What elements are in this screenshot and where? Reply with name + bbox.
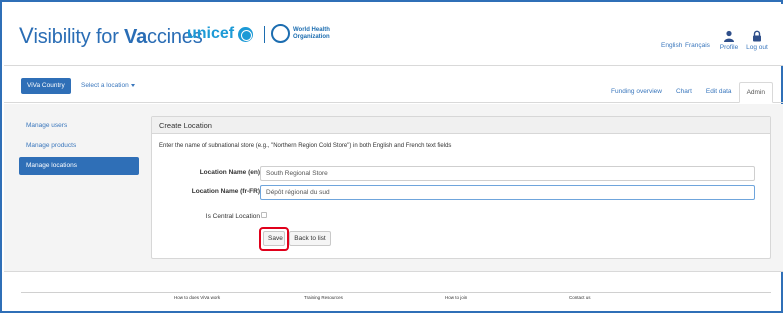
back-to-list-button[interactable]: Back to list [289, 231, 331, 246]
is-central-location-label: Is Central Location [205, 213, 260, 220]
is-central-location-checkbox[interactable] [261, 212, 267, 218]
admin-sidebar: Manage users Manage products Manage loca… [19, 117, 139, 177]
location-select-dropdown[interactable]: Select a location [81, 82, 135, 89]
location-name-en-label: Location Name (en) [199, 169, 260, 176]
window-frame: Visibility for Vaccines unicef World Hea… [0, 0, 783, 313]
save-button[interactable]: Save [263, 231, 285, 246]
sidebar-item-manage-products[interactable]: Manage products [19, 137, 139, 155]
location-name-fr-label: Location Name (fr-FR) [191, 188, 260, 195]
footer-link-how-it-works[interactable]: How to does ViVa work [174, 295, 220, 300]
tab-admin[interactable]: Admin [738, 82, 773, 103]
sidebar-item-manage-locations[interactable]: Manage locations [19, 157, 139, 175]
location-name-fr-input[interactable] [260, 185, 755, 200]
unicef-globe-icon [238, 26, 254, 42]
logout-link[interactable]: Log out [742, 30, 772, 51]
footer-link-how-to-join[interactable]: How to join [445, 295, 467, 300]
sidebar-item-manage-users[interactable]: Manage users [19, 117, 139, 135]
page-header: Visibility for Vaccines unicef World Hea… [4, 4, 783, 66]
footer-link-contact-us[interactable]: Contact us [569, 295, 591, 300]
profile-link[interactable]: Profile [714, 30, 744, 51]
who-logo: World Health Organization [271, 24, 333, 43]
panel-title: Create Location [152, 117, 770, 134]
user-icon [724, 30, 734, 42]
location-name-en-input[interactable] [260, 166, 755, 181]
nav-tabs: Funding overview Chart Edit data Admin [604, 82, 773, 103]
tab-edit-data[interactable]: Edit data [699, 82, 739, 103]
unicef-logo: unicef [187, 25, 254, 43]
caret-down-icon [130, 83, 135, 87]
app-title: Visibility for Vaccines [19, 23, 203, 49]
logout-label: Log out [746, 44, 768, 51]
instructions-text: Enter the name of subnational store (e.g… [159, 143, 452, 149]
tab-funding-overview[interactable]: Funding overview [604, 82, 669, 103]
profile-label: Profile [719, 44, 739, 51]
lock-icon [753, 30, 761, 42]
brand-text-1: isibility for [33, 26, 125, 48]
tab-chart[interactable]: Chart [669, 82, 699, 103]
viva-country-button[interactable]: ViVa Country [21, 78, 71, 94]
language-french-link[interactable]: Français [685, 42, 710, 49]
navbar: ViVa Country Select a location Funding o… [4, 67, 783, 103]
who-emblem-icon [271, 24, 290, 43]
create-location-panel: Create Location Enter the name of subnat… [151, 116, 771, 259]
unicef-logo-text: unicef [187, 25, 235, 42]
brand-letters-va: Va [124, 26, 148, 48]
who-logo-text: World Health Organization [293, 26, 330, 40]
footer-link-training-resources[interactable]: Training Resources [304, 295, 343, 300]
language-english-link[interactable]: English [661, 42, 682, 49]
footer-divider [21, 292, 771, 293]
main-content: Manage users Manage products Manage loca… [4, 104, 783, 272]
logo-divider [264, 26, 265, 43]
location-select-label: Select a location [81, 82, 129, 89]
brand-letter-v: V [19, 23, 34, 48]
page-footer: How to does ViVa work Training Resources… [4, 273, 783, 313]
